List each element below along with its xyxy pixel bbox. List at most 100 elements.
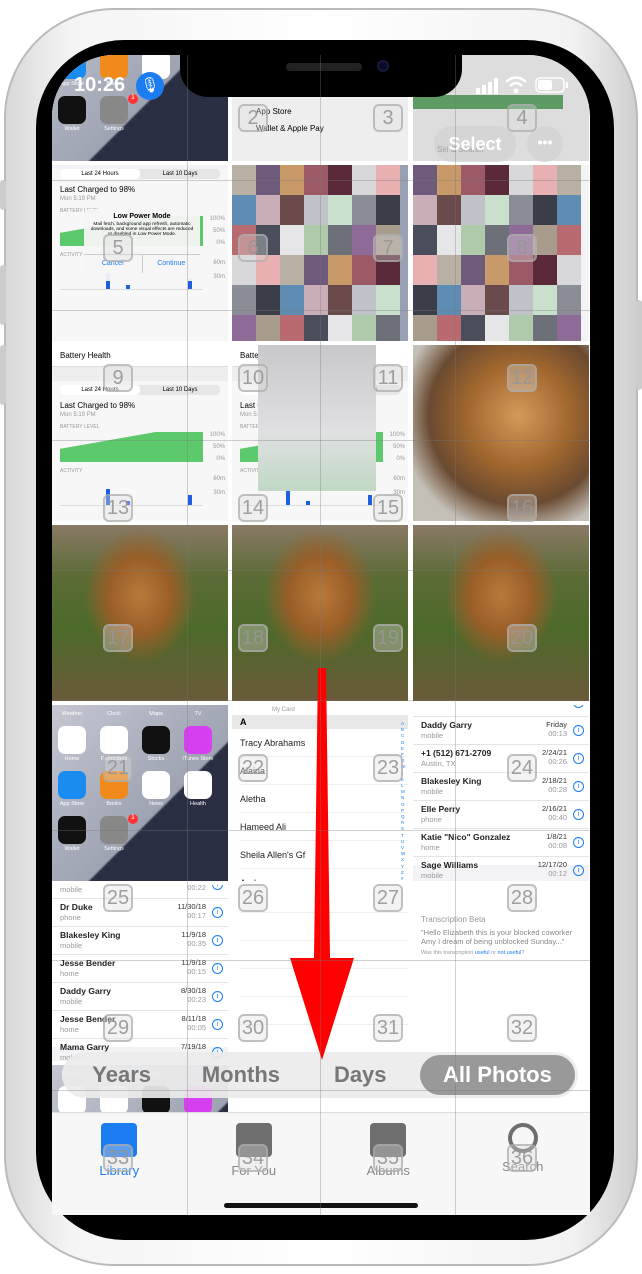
activity-label: ACTIVITY xyxy=(60,468,83,474)
axis-label-100: 100% xyxy=(389,432,405,438)
app-label: Clock xyxy=(107,711,121,717)
not-useful-link[interactable]: not useful xyxy=(498,950,522,956)
app-icon[interactable] xyxy=(58,771,86,799)
grid-label: 36 xyxy=(507,1144,537,1172)
grid-label: 10 xyxy=(238,364,268,392)
grid-label: 32 xyxy=(507,1014,537,1042)
select-button[interactable]: Select xyxy=(434,126,516,162)
call-row[interactable]: Sage Williams mobile 12/17/20 00:12 i xyxy=(413,857,589,881)
info-icon[interactable]: i xyxy=(573,865,584,876)
grid-line xyxy=(52,310,590,311)
dog-photo[interactable] xyxy=(52,525,228,701)
axis-label-30m: 30m xyxy=(213,274,225,280)
alphabet-index[interactable]: ABCDEFGHIJKLMNOPQRSTUVWXYZ# xyxy=(401,721,406,881)
grid-line xyxy=(187,55,188,1215)
call-row[interactable]: Elle Perry phone 2/16/21 00:40 i xyxy=(413,801,589,829)
info-icon[interactable]: i xyxy=(212,991,223,1002)
axis-label-60m: 60m xyxy=(213,260,225,266)
app-icon[interactable] xyxy=(142,726,170,754)
screenshot-thumbnail[interactable]: Blakesley Kingmobile1/1/1900:22iDr Dukep… xyxy=(52,885,228,1061)
front-camera xyxy=(377,60,389,72)
grid-line xyxy=(320,55,321,1215)
status-time: 10:26 xyxy=(74,74,126,96)
info-icon[interactable]: i xyxy=(573,725,584,736)
segment-24h[interactable]: Last 24 Hours xyxy=(60,169,140,179)
cellular-signal-icon xyxy=(476,78,498,94)
screenshot-thumbnail[interactable] xyxy=(413,165,589,341)
axis-label-50: 50% xyxy=(392,444,405,450)
dog-photo[interactable] xyxy=(413,345,589,521)
last-charged: Last Charged to 98% xyxy=(60,401,136,410)
app-label: Health xyxy=(190,801,206,807)
screenshot-thumbnail[interactable]: mobile00:15iDaddy GarrymobileFriday00:13… xyxy=(413,705,589,881)
call-row[interactable]: Dr Duke phone 11/30/18 00:17 i xyxy=(52,899,228,927)
call-row[interactable]: Daddy Garry mobile 8/30/18 00:23 i xyxy=(52,983,228,1011)
grid-label: 29 xyxy=(103,1014,133,1042)
continue-button[interactable]: Continue xyxy=(143,255,201,273)
call-row[interactable]: Jesse Bender home 8/11/18 00:05 i xyxy=(52,1011,228,1039)
call-row[interactable]: mobile00:15i xyxy=(413,705,589,717)
grid-label: 7 xyxy=(373,234,403,262)
grid-label: 3 xyxy=(373,104,403,132)
segment-10d[interactable]: Last 10 Days xyxy=(140,385,220,395)
app-label: iTunes Store xyxy=(182,756,214,762)
info-icon[interactable]: i xyxy=(212,1019,223,1030)
grid-line xyxy=(52,960,590,961)
grid-label: 13 xyxy=(103,494,133,522)
dog-photo[interactable] xyxy=(413,525,589,701)
screenshot-thumbnail[interactable]: WeatherClockMapsTVHomeRemindersStocksiTu… xyxy=(52,705,228,881)
grid-label: 27 xyxy=(373,884,403,912)
info-icon[interactable]: i xyxy=(212,963,223,974)
app-label: Wallet xyxy=(64,846,80,852)
grid-label: 9 xyxy=(103,364,133,392)
grid-line xyxy=(52,180,590,181)
info-icon[interactable]: i xyxy=(212,907,223,918)
info-icon[interactable]: i xyxy=(573,705,584,708)
app-icon[interactable] xyxy=(100,726,128,754)
app-icon[interactable] xyxy=(100,96,128,124)
grid-label: 11 xyxy=(373,364,403,392)
info-icon[interactable]: i xyxy=(212,935,223,946)
axis-label-30m: 30m xyxy=(213,490,225,496)
info-icon[interactable]: i xyxy=(573,781,584,792)
segment-years[interactable]: Years xyxy=(62,1062,181,1088)
call-row[interactable]: Blakesley King mobile 2/18/21 00:28 i xyxy=(413,773,589,801)
side-button xyxy=(636,300,642,390)
app-icon[interactable] xyxy=(58,96,86,124)
app-icon[interactable] xyxy=(142,771,170,799)
screenshot-thumbnail[interactable]: Transcription Beta "Hello Elizabeth this … xyxy=(413,885,589,1061)
app-label: News xyxy=(149,801,163,807)
call-row[interactable]: Katie "Nico" Gonzalez home 1/8/21 00:08 i xyxy=(413,829,589,857)
info-icon[interactable]: i xyxy=(573,753,584,764)
call-row[interactable]: Daddy Garry mobile Friday 00:13 i xyxy=(413,717,589,745)
battery-health-row[interactable]: Battery Health xyxy=(52,345,228,367)
app-icon[interactable] xyxy=(58,726,86,754)
grid-label: 19 xyxy=(373,624,403,652)
call-row[interactable]: Blakesley Kingmobile1/1/1900:22i xyxy=(52,885,228,899)
grid-label: 31 xyxy=(373,1014,403,1042)
app-icon[interactable] xyxy=(184,726,212,754)
grid-label: 17 xyxy=(103,624,133,652)
segment-all-photos[interactable]: All Photos xyxy=(419,1055,575,1095)
axis-label-50: 50% xyxy=(212,444,225,450)
grid-label: 5 xyxy=(103,234,133,262)
info-icon[interactable]: i xyxy=(573,809,584,820)
info-icon[interactable]: i xyxy=(573,837,584,848)
call-row[interactable]: Blakesley King mobile 11/9/18 00:35 i xyxy=(52,927,228,955)
screenshot-thumbnail[interactable]: Last 24 Hours Last 10 Days Last Charged t… xyxy=(52,165,228,341)
segment-10d[interactable]: Last 10 Days xyxy=(140,169,220,179)
grid-line xyxy=(52,570,590,571)
app-label: Settings xyxy=(104,126,124,132)
call-row[interactable]: +1 (512) 671-2709 Austin, TX 2/24/21 00:26 i xyxy=(413,745,589,773)
info-icon[interactable]: i xyxy=(212,885,223,890)
app-label: App Store xyxy=(59,801,85,807)
segment-days[interactable]: Days xyxy=(301,1062,420,1088)
axis-label-100: 100% xyxy=(209,216,225,222)
app-icon[interactable] xyxy=(184,771,212,799)
grid-label: 30 xyxy=(238,1014,268,1042)
screenshot-thumbnail[interactable]: Battery HealthLast 24 HoursLast 10 Days … xyxy=(52,345,228,521)
axis-label-0: 0% xyxy=(216,456,225,462)
useful-link[interactable]: useful xyxy=(475,950,490,956)
segment-months[interactable]: Months xyxy=(181,1062,300,1088)
axis-label-60m: 60m xyxy=(393,476,405,482)
